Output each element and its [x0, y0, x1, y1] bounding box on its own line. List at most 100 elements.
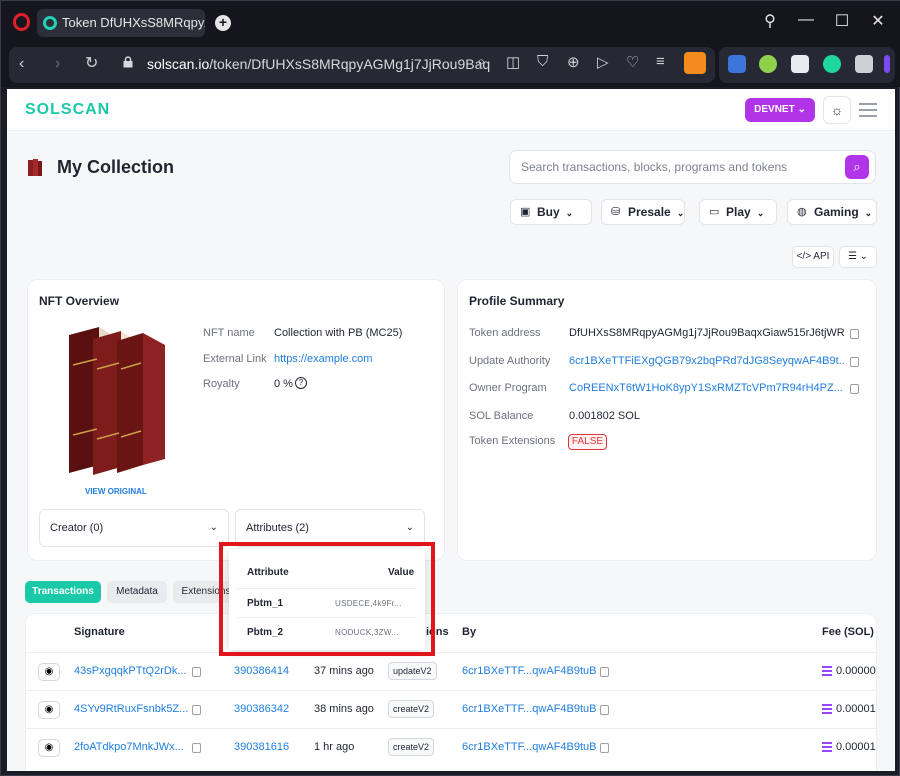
- view-original-link[interactable]: VIEW ORIGINAL: [85, 487, 147, 496]
- sol-balance-label: SOL Balance: [469, 410, 534, 422]
- extension-cube-icon[interactable]: [855, 55, 873, 73]
- update-authority-value[interactable]: 6cr1BXeTTFiEXgQGB79x2bqPRd7dJG8SeyqwAF4B…: [569, 355, 845, 367]
- api-button[interactable]: </> API: [792, 246, 834, 268]
- fee-cell: 0.00001: [836, 703, 876, 715]
- presale-button[interactable]: ⛁ Presale ⌄: [601, 199, 685, 225]
- block-link[interactable]: 390386414: [234, 665, 289, 677]
- extension-green-dot-icon[interactable]: [759, 55, 777, 73]
- signature-link[interactable]: 4SYv9RtRuxFsnbk5Z...: [74, 703, 188, 715]
- signature-link[interactable]: 2foATdkpo7MnkJWx...: [74, 741, 184, 753]
- time-cell: 38 mins ago: [314, 703, 374, 715]
- signature-link[interactable]: 43sPxgqqkPTtQ2rDk...: [74, 665, 187, 677]
- copy-icon[interactable]: [600, 667, 609, 677]
- book-collection-icon: [28, 159, 42, 176]
- tab-title: Token DfUHXsS8MRqpyAG: [62, 15, 205, 30]
- chevron-down-icon: ⌄: [405, 522, 414, 533]
- translate-icon[interactable]: ⊕: [567, 53, 580, 71]
- search-icon[interactable]: ⌕: [845, 155, 869, 179]
- instruction-chip: updateV2: [388, 662, 437, 680]
- extension-s-icon[interactable]: [791, 55, 809, 73]
- minimize-icon[interactable]: —: [795, 11, 817, 29]
- copy-icon[interactable]: [850, 329, 859, 339]
- copy-icon[interactable]: [850, 384, 859, 394]
- search-placeholder: Search transactions, blocks, programs an…: [521, 160, 788, 174]
- by-header: By: [462, 626, 477, 638]
- signature-header: Signature: [74, 626, 125, 638]
- solana-icon: [822, 742, 832, 752]
- heart-icon[interactable]: ♡: [626, 53, 639, 71]
- tab-metadata[interactable]: Metadata: [107, 581, 167, 603]
- easy-setup-icon[interactable]: ≡: [656, 53, 665, 70]
- shield-icon[interactable]: ⛉: [537, 53, 548, 70]
- network-selector-button[interactable]: DEVNET ⌄: [745, 98, 815, 122]
- by-link[interactable]: 6cr1BXeTTF...qwAF4B9tuB: [462, 741, 597, 753]
- eye-icon[interactable]: ◉: [38, 739, 60, 757]
- extension-badge-icon[interactable]: [728, 55, 746, 73]
- monitor-icon: ▭: [709, 206, 720, 218]
- forward-icon[interactable]: ›: [55, 55, 60, 73]
- block-link[interactable]: 390386342: [234, 703, 289, 715]
- page-title: My Collection: [57, 157, 175, 177]
- reload-icon[interactable]: ↻: [85, 53, 98, 73]
- copy-icon[interactable]: [600, 705, 609, 715]
- external-link-label: External Link: [203, 353, 267, 365]
- instruction-chip: createV2: [388, 700, 435, 718]
- new-tab-plus-icon[interactable]: +: [215, 15, 231, 31]
- buy-button[interactable]: ▣ Buy ⌄: [510, 199, 592, 225]
- block-link[interactable]: 390381616: [234, 741, 289, 753]
- by-link[interactable]: 6cr1BXeTTF...qwAF4B9tuB: [462, 703, 597, 715]
- fee-header: Fee (SOL): [822, 626, 874, 638]
- solana-icon: [822, 666, 832, 676]
- eye-icon[interactable]: ◉: [38, 663, 60, 681]
- opera-logo-icon[interactable]: [13, 13, 30, 31]
- extension-monster-icon[interactable]: [684, 52, 706, 74]
- extension-grammarly-icon[interactable]: [823, 55, 841, 73]
- royalty-value: 0 %: [274, 378, 293, 390]
- profile-summary-title: Profile Summary: [469, 294, 565, 308]
- play-button[interactable]: ▭ Play ⌄: [699, 199, 777, 225]
- transactions-table: Signature B ions By Fee (SOL) ◉ 43sPxgqq…: [25, 613, 877, 771]
- back-icon[interactable]: ‹: [19, 55, 24, 73]
- sidebar-accent: [884, 55, 890, 73]
- list-view-dropdown[interactable]: ☰ ⌄: [839, 246, 877, 268]
- solscan-favicon-icon: [43, 16, 57, 30]
- help-icon[interactable]: ?: [295, 377, 307, 389]
- by-link[interactable]: 6cr1BXeTTF...qwAF4B9tuB: [462, 665, 597, 677]
- browser-window: Token DfUHXsS8MRqpyAG + ⚲ — ☐ ✕ ‹ › ↻ so…: [0, 0, 900, 776]
- owner-program-value[interactable]: CoREENxT6tW1HoK8ypY1SxRMZTcVPm7R94rH4PZ.…: [569, 382, 845, 394]
- tab-transactions[interactable]: Transactions: [25, 581, 101, 603]
- wallet-icon: ▣: [520, 206, 531, 218]
- url-text[interactable]: solscan.io/token/DfUHXsS8MRqpyAGMg1j7JjR…: [147, 56, 490, 72]
- browser-tab[interactable]: Token DfUHXsS8MRqpyAG: [37, 9, 205, 37]
- sol-balance-value: 0.001802 SOL: [569, 410, 640, 422]
- solscan-logo[interactable]: SOLSCAN: [25, 101, 110, 119]
- theme-sun-icon[interactable]: ☼: [823, 96, 851, 124]
- copy-icon[interactable]: [600, 743, 609, 753]
- maximize-icon[interactable]: ☐: [831, 11, 853, 31]
- nft-name-value: Collection with PB (MC25): [274, 327, 403, 339]
- external-link-value[interactable]: https://example.com: [274, 353, 372, 365]
- gaming-button[interactable]: ◍ Gaming ⌄: [787, 199, 877, 225]
- copy-icon[interactable]: [192, 705, 201, 715]
- close-window-icon[interactable]: ✕: [867, 11, 889, 31]
- gamepad-icon: ◍: [797, 206, 807, 218]
- creator-dropdown[interactable]: Creator (0) ⌄: [39, 509, 229, 547]
- token-address-label: Token address: [469, 327, 541, 339]
- token-address-value: DfUHXsS8MRqpyAGMg1j7JjRou9BaqxGiaw515rJ6…: [569, 327, 845, 339]
- copy-icon[interactable]: [850, 357, 859, 367]
- send-icon[interactable]: ▷: [597, 53, 609, 71]
- hamburger-menu-icon[interactable]: [859, 103, 877, 117]
- zoom-search-icon[interactable]: ⌕: [477, 53, 485, 70]
- coins-icon: ⛁: [611, 206, 621, 218]
- camera-icon[interactable]: ◫: [506, 53, 520, 71]
- eye-icon[interactable]: ◉: [38, 701, 60, 719]
- search-tabs-icon[interactable]: ⚲: [759, 11, 781, 31]
- fee-cell: 0.00001: [836, 741, 876, 753]
- nft-image[interactable]: [59, 325, 171, 475]
- copy-icon[interactable]: [192, 667, 201, 677]
- table-row: ◉ 4SYv9RtRuxFsnbk5Z... 390386342 38 mins…: [26, 690, 876, 728]
- nft-overview-title: NFT Overview: [39, 294, 120, 308]
- solana-icon: [822, 704, 832, 714]
- copy-icon[interactable]: [192, 743, 201, 753]
- tab-strip: Token DfUHXsS8MRqpyAG + ⚲ — ☐ ✕: [1, 1, 900, 43]
